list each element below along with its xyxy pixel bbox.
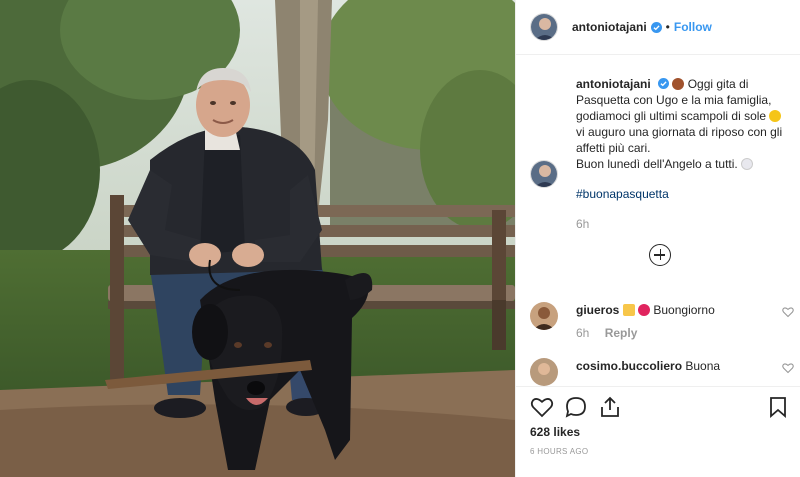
caption-avatar[interactable] [530,160,558,188]
verified-badge-icon [658,78,670,89]
comment-text: Buongiorno [653,303,715,317]
comment-text-line: giueros Buongiorno [576,302,790,318]
bookmark-icon [770,397,786,418]
avatar-image [531,14,557,40]
photo-illustration [0,0,515,477]
comment-item: giueros Buongiorno 6h Reply [530,302,794,340]
post-photo[interactable] [0,0,515,477]
comment-avatar[interactable] [530,302,558,330]
comment-item: cosimo.buccoliero Buona [530,358,794,386]
avatar-image [530,358,558,386]
separator-dot: • [665,20,670,34]
post-timestamp: 6 HOURS AGO [530,447,589,456]
comment-text-line: cosimo.buccoliero Buona [576,358,790,374]
action-icons [530,395,790,421]
reply-button[interactable]: Reply [605,326,638,340]
thumbs-up-emoji-icon [622,304,635,316]
post-side-panel: antoniotajani • Follow antoniotajani Ogg… [515,0,800,477]
comments-section[interactable]: antoniotajani Oggi gita di Pasquetta con… [516,56,800,386]
share-icon[interactable] [598,395,622,422]
caption-text-c: Buon lunedì dell'Angelo a tutti. [576,157,738,171]
avatar-image [531,161,557,187]
like-heart-icon[interactable] [530,395,554,422]
dog-paws-emoji-icon [672,78,685,90]
share-upload-icon [601,396,619,417]
heart-outline-icon [530,398,554,418]
likes-count[interactable]: 628 likes [530,425,580,439]
sun-emoji-icon [769,110,782,122]
dove-emoji-icon [741,158,754,170]
save-bookmark-icon[interactable] [766,395,790,422]
username[interactable]: antoniotajani [572,20,647,34]
avatar[interactable] [530,13,558,41]
caption-username[interactable]: antoniotajani [576,77,651,91]
comment-username[interactable]: giueros [576,303,619,317]
load-more-comments-icon[interactable] [649,244,671,266]
caption-time[interactable]: 6h [576,216,790,232]
avatar-image [530,302,558,330]
red-heart-emoji-icon [638,304,651,316]
verified-badge-icon [650,21,662,33]
like-comment-heart-icon[interactable] [782,362,794,374]
post-header: antoniotajani • Follow [516,0,800,55]
instagram-post: antoniotajani • Follow antoniotajani Ogg… [0,0,800,477]
like-comment-heart-icon[interactable] [782,306,794,318]
comment-text: Buona [685,359,721,373]
caption-body: antoniotajani Oggi gita di Pasquetta con… [576,76,790,232]
comment-avatar[interactable] [530,358,558,386]
caption-text-b: vi auguro una giornata di riposo con gli… [576,125,783,155]
comment-username[interactable]: cosimo.buccoliero [576,359,682,373]
follow-button[interactable]: Follow [674,20,712,34]
comment-meta: 6h Reply [576,326,790,340]
comment-bubble-icon[interactable] [564,395,588,422]
action-bar: 628 likes 6 HOURS AGO [516,386,800,477]
speech-bubble-icon [565,397,586,418]
comment-time[interactable]: 6h [576,326,589,340]
hashtag-link[interactable]: #buonapasquetta [576,186,790,202]
caption: antoniotajani Oggi gita di Pasquetta con… [530,76,790,232]
